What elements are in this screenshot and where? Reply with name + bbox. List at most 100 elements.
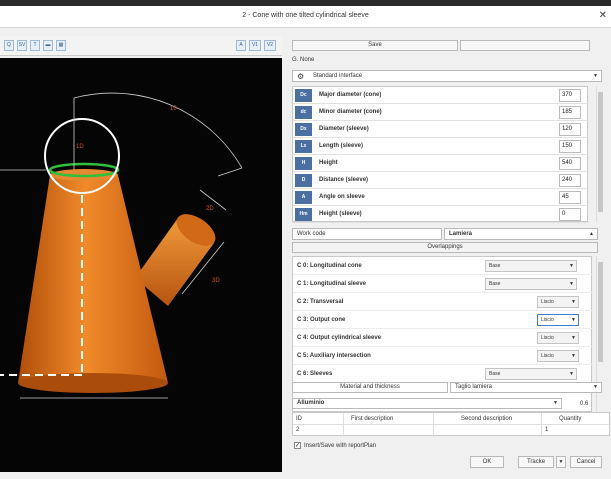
param-name: Minor diameter (cone): [319, 109, 382, 115]
param-symbol: dc: [295, 106, 312, 119]
param-value-input[interactable]: 120: [559, 123, 581, 136]
ok-button[interactable]: OK: [470, 456, 504, 468]
trace-dropdown-button[interactable]: ▼: [556, 456, 566, 468]
work-mode-value: Lamiera: [449, 231, 473, 237]
overlap-name: C 1: Longitudinal sleeve: [297, 281, 367, 287]
overlappings-header: Overlappings: [292, 242, 598, 253]
param-value-input[interactable]: 240: [559, 174, 581, 187]
cylindrical-sleeve: [135, 214, 216, 306]
overlap-select[interactable]: Liscio ▼: [537, 332, 579, 344]
param-symbol: H: [295, 157, 312, 170]
chevron-down-icon: ▼: [593, 384, 598, 390]
interface-select[interactable]: ⚙ Standard interface ▼: [292, 70, 602, 82]
overlap-select[interactable]: Base ▼: [485, 368, 577, 380]
overlap-select[interactable]: Liscio ▼: [537, 350, 579, 362]
interface-select-value: Standard interface: [313, 73, 363, 79]
work-code-field[interactable]: Work code: [292, 228, 442, 240]
param-symbol: Lx: [295, 140, 312, 153]
camera-icon[interactable]: ▬: [43, 40, 53, 51]
overlap-value: Base: [489, 263, 501, 269]
chevron-down-icon: ▼: [569, 371, 574, 377]
trace-button[interactable]: Tracke: [518, 456, 554, 468]
chevron-up-icon: ▲: [589, 231, 594, 237]
close-icon[interactable]: ✕: [599, 10, 607, 21]
parameters-table: Dc Major diameter (cone) 370 dc Minor di…: [292, 86, 589, 223]
secondary-button[interactable]: [460, 40, 590, 51]
material-value: Alluminio: [297, 400, 325, 406]
overlap-value: Liscio: [541, 335, 554, 341]
parameters-panel: Save G. None ⚙ Standard interface ▼ Dc M…: [288, 36, 611, 479]
overlap-name: C 0: Longitudinal cone: [297, 263, 362, 269]
save-view-button[interactable]: SV: [17, 40, 27, 51]
param-symbol: Hm: [295, 208, 312, 221]
overlap-value: Liscio: [541, 299, 554, 305]
overlap-select[interactable]: Base ▼: [485, 278, 577, 290]
grid-cell-quantity[interactable]: 1: [545, 427, 548, 433]
scrollbar-thumb[interactable]: [598, 92, 603, 212]
chevron-down-icon: ▼: [571, 335, 576, 341]
text-button[interactable]: T: [30, 40, 40, 51]
param-symbol: Dx: [295, 123, 312, 136]
view-v1-button[interactable]: V1: [249, 40, 261, 51]
param-value-input[interactable]: 540: [559, 157, 581, 170]
overlap-value: Liscio: [541, 317, 554, 323]
param-name: Major diameter (cone): [319, 92, 382, 98]
overlap-name: C 6: Sleeves: [297, 371, 333, 377]
param-name: Distance (sleeve): [319, 177, 369, 183]
param-name: Length (sleeve): [319, 143, 364, 149]
dimension-label: 1D: [76, 144, 84, 150]
param-name: Height (sleeve): [319, 211, 362, 217]
dimension-label: 2D: [206, 206, 214, 212]
param-value-input[interactable]: 370: [559, 89, 581, 102]
grid-header-second: Second description: [461, 416, 513, 422]
param-name: Height: [319, 160, 338, 166]
save-button[interactable]: Save: [292, 40, 458, 51]
param-symbol: Dc: [295, 89, 312, 102]
tab-material[interactable]: Material and thickness: [292, 382, 448, 393]
overlap-name: C 3: Output cone: [297, 317, 346, 323]
overlap-name: C 5: Auxiliary intersection: [297, 353, 371, 359]
material-select[interactable]: Alluminio ▼: [292, 398, 562, 409]
insert-checkbox[interactable]: ✓: [294, 442, 301, 449]
param-value-input[interactable]: 45: [559, 191, 581, 204]
overlap-select[interactable]: Liscio ▼: [537, 314, 579, 326]
chevron-down-icon: ▼: [558, 459, 564, 465]
view-v2-button[interactable]: V2: [264, 40, 276, 51]
cancel-button[interactable]: Cancel: [570, 456, 602, 468]
chevron-down-icon: ▼: [553, 400, 558, 406]
chevron-down-icon: ▼: [569, 281, 574, 287]
thickness-value: 0.6: [580, 401, 589, 407]
gear-icon: ⚙: [297, 72, 305, 81]
param-name: Diameter (sleeve): [319, 126, 369, 132]
chevron-down-icon: ▼: [571, 353, 576, 359]
overlap-name: C 4: Output cylindrical sleeve: [297, 335, 382, 341]
view-a-button[interactable]: A: [236, 40, 246, 51]
description-grid: ID First description Second description …: [292, 412, 611, 437]
parameters-scrollbar[interactable]: [596, 86, 603, 222]
overlap-select[interactable]: Base ▼: [485, 260, 577, 272]
overlap-select[interactable]: Liscio ▼: [537, 296, 579, 308]
param-value-input[interactable]: 150: [559, 140, 581, 153]
insert-checkbox-label: Insert/Save with reportPlan: [304, 443, 377, 449]
overlap-value: Base: [489, 281, 501, 287]
overlap-value: Base: [489, 371, 501, 377]
work-mode-select[interactable]: Lamiera ▲: [444, 228, 598, 240]
chevron-down-icon: ▼: [571, 299, 576, 305]
chevron-down-icon: ▼: [569, 263, 574, 269]
dimension-label: 10: [170, 106, 177, 112]
title-bar: 2 - Cone with one tilted cylindrical sle…: [0, 6, 611, 28]
grid-header-quantity: Quantity: [559, 416, 582, 422]
dimension-label: 3D: [212, 278, 220, 284]
param-value-input[interactable]: 0: [559, 208, 581, 221]
grid-cell-id[interactable]: 2: [296, 427, 299, 433]
grid-header-first: First description: [351, 416, 394, 422]
tab-taglio[interactable]: Taglio lamiera ▼: [450, 382, 602, 393]
viewer-toolbar: Q SV T ▬ ▦ A V1 V2: [0, 36, 282, 56]
chevron-down-icon: ▼: [593, 73, 598, 79]
scrollbar-thumb[interactable]: [598, 262, 603, 362]
print-icon[interactable]: ▦: [56, 40, 66, 51]
param-value-input[interactable]: 185: [559, 106, 581, 119]
3d-viewer[interactable]: 10 2D 3D 1D: [0, 58, 282, 472]
zoom-button[interactable]: Q: [4, 40, 14, 51]
work-code-label: Work code: [297, 231, 326, 237]
